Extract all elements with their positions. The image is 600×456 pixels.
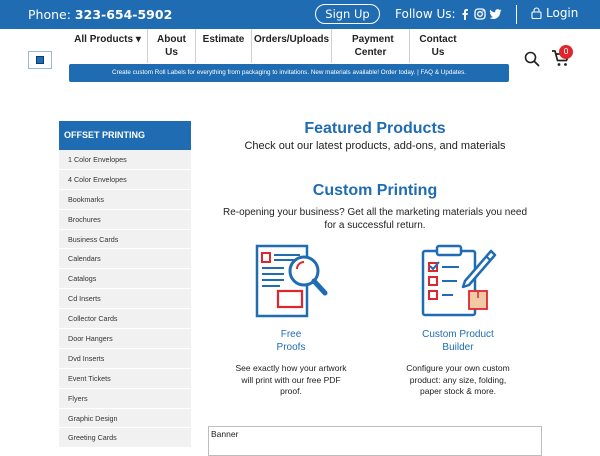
logo-mark-icon [36,56,44,64]
twitter-icon[interactable] [489,8,502,20]
instagram-icon[interactable] [474,8,486,20]
feature-title-line: Builder [442,342,474,353]
sidebar-item[interactable]: Cd Inserts [59,289,191,310]
custom-printing-title: Custom Printing [312,182,438,199]
custom-printing-subtitle: Re-opening your business? Get all the ma… [222,207,528,231]
sidebar-item[interactable]: Greeting Cards [59,428,191,449]
nav-contact-us[interactable]: Contact Us [410,29,466,63]
divider [516,5,517,24]
nav-about-us[interactable]: About Us [148,29,196,63]
feature-title-line: Proofs [276,342,306,353]
sidebar-item[interactable]: Event Tickets [59,368,191,389]
sidebar-item[interactable]: Door Hangers [59,329,191,349]
feature-title-line: Custom Product [422,329,494,340]
sidebar-item[interactable]: 4 Color Envelopes [59,169,191,190]
sidebar-item[interactable]: Catalogs [59,269,191,290]
nav-estimate[interactable]: Estimate [196,29,252,63]
proof-magnifier-icon[interactable] [254,243,328,321]
promo-banner[interactable]: Create custom Roll Labels for everything… [69,64,509,82]
featured-title: Featured Products [304,120,446,137]
clipboard-pencil-icon[interactable] [419,243,497,321]
main-nav: All Products ▾ About Us Estimate Orders/… [68,29,466,63]
phone-label: Phone: [28,7,71,22]
feature-custom-builder-title[interactable]: Custom Product Builder [408,328,508,354]
sidebar-item[interactable]: 1 Color Envelopes [59,150,191,170]
feature-free-proofs-title[interactable]: Free Proofs [241,328,341,354]
login-button[interactable]: Login [531,6,578,20]
lock-icon [531,7,542,19]
banner-placeholder: Banner [208,426,542,456]
login-label: Login [546,6,579,20]
phone-info: Phone: 323-654-5902 [28,7,172,22]
nav-all-products[interactable]: All Products ▾ [68,29,148,63]
feature-custom-builder-desc: Configure your own custom product: any s… [406,363,510,396]
featured-subtitle: Check out our latest products, add-ons, … [244,140,506,152]
facebook-icon[interactable] [459,8,471,20]
sidebar-item[interactable]: Dvd Inserts [59,348,191,369]
sidebar-item[interactable]: Calendars [59,249,191,270]
sidebar-item[interactable]: Business Cards [59,229,191,250]
nav-payment-center[interactable]: Payment Center [332,29,410,63]
sidebar: OFFSET PRINTING 1 Color Envelopes 4 Colo… [59,121,191,449]
sidebar-item[interactable]: Flyers [59,388,191,409]
signup-button[interactable]: Sign Up [315,4,380,24]
sidebar-heading[interactable]: OFFSET PRINTING [59,121,191,150]
nav-orders-uploads[interactable]: Orders/Uploads [252,29,332,63]
search-icon[interactable] [524,51,540,67]
feature-title-line: Free [280,329,302,340]
cart-count-badge: 0 [559,45,573,59]
sidebar-item[interactable]: Brochures [59,209,191,230]
follow-label: Follow Us: [395,7,456,21]
feature-free-proofs-desc: See exactly how your artwork will print … [235,363,347,396]
top-bar: Phone: 323-654-5902 Sign Up Follow Us: L… [0,0,600,29]
sidebar-item[interactable]: Collector Cards [59,309,191,330]
site-logo[interactable] [28,51,52,69]
phone-number[interactable]: 323-654-5902 [75,7,172,22]
sidebar-item[interactable]: Graphic Design [59,408,191,429]
sidebar-item[interactable]: Bookmarks [59,189,191,210]
